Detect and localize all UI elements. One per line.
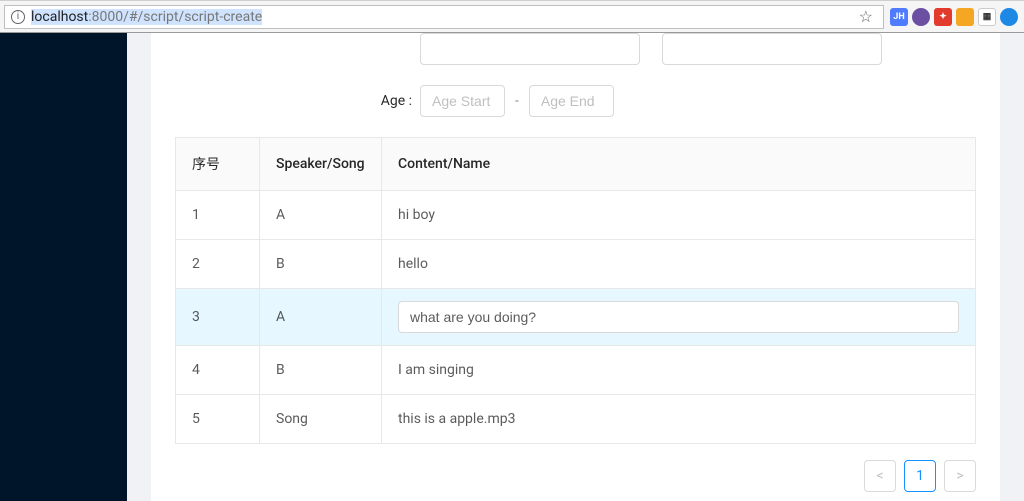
cell-index: 1 [176, 191, 260, 240]
extension-purple-icon[interactable] [912, 8, 930, 26]
extension-red-icon[interactable]: ✦ [934, 8, 952, 26]
browser-address-bar: i localhost:8000/#/script/script-create … [0, 0, 1024, 33]
top-field-1[interactable] [420, 33, 640, 65]
extension-jh-icon[interactable]: JH [890, 8, 908, 26]
table-row[interactable]: 2Bhello [176, 240, 976, 289]
form-row-top [175, 33, 976, 65]
age-end-input[interactable] [529, 85, 614, 117]
age-label: Age : [175, 93, 420, 109]
age-start-input[interactable] [420, 85, 505, 117]
cell-index: 3 [176, 289, 260, 346]
extension-icons: JH ✦ ▦ [890, 8, 1020, 26]
script-table: 序号 Speaker/Song Content/Name 1Ahi boy2Bh… [175, 137, 976, 444]
cell-speaker: A [260, 289, 382, 346]
cell-index: 5 [176, 395, 260, 444]
table-row[interactable]: 3A [176, 289, 976, 346]
cell-content: I am singing [382, 346, 976, 395]
pagination: < 1 > [175, 460, 976, 492]
cell-speaker: B [260, 240, 382, 289]
extension-blue-icon[interactable] [1000, 8, 1018, 26]
address-input-wrap[interactable]: i localhost:8000/#/script/script-create … [4, 5, 884, 29]
cell-content: hi boy [382, 191, 976, 240]
cell-speaker: B [260, 346, 382, 395]
cell-speaker: Song [260, 395, 382, 444]
cell-speaker: A [260, 191, 382, 240]
table-row[interactable]: 4BI am singing [176, 346, 976, 395]
pagination-next[interactable]: > [944, 460, 976, 492]
chevron-right-icon: > [956, 468, 963, 484]
bookmark-star-icon[interactable]: ☆ [855, 7, 877, 26]
cell-content: this is a apple.mp3 [382, 395, 976, 444]
th-index: 序号 [176, 138, 260, 191]
extension-qr-icon[interactable]: ▦ [978, 8, 996, 26]
age-range-separator: - [515, 93, 519, 109]
cell-index: 2 [176, 240, 260, 289]
page-number: 1 [916, 468, 924, 484]
age-form-row: Age : - [175, 85, 976, 117]
th-content: Content/Name [382, 138, 976, 191]
cell-content [382, 289, 976, 346]
content-edit-input[interactable] [398, 301, 959, 333]
info-icon[interactable]: i [11, 10, 25, 24]
pagination-prev[interactable]: < [864, 460, 896, 492]
th-speaker: Speaker/Song [260, 138, 382, 191]
top-field-2[interactable] [662, 33, 882, 65]
sidebar [0, 33, 127, 501]
main-content: Age : - 序号 Speaker/Song Content/Name 1Ah… [127, 33, 1024, 501]
cell-content: hello [382, 240, 976, 289]
table-row[interactable]: 5Songthis is a apple.mp3 [176, 395, 976, 444]
cell-index: 4 [176, 346, 260, 395]
table-row[interactable]: 1Ahi boy [176, 191, 976, 240]
chevron-left-icon: < [876, 468, 883, 484]
pagination-page-1[interactable]: 1 [904, 460, 936, 492]
url-text: localhost:8000/#/script/script-create [31, 9, 262, 25]
extension-orange-icon[interactable] [956, 8, 974, 26]
